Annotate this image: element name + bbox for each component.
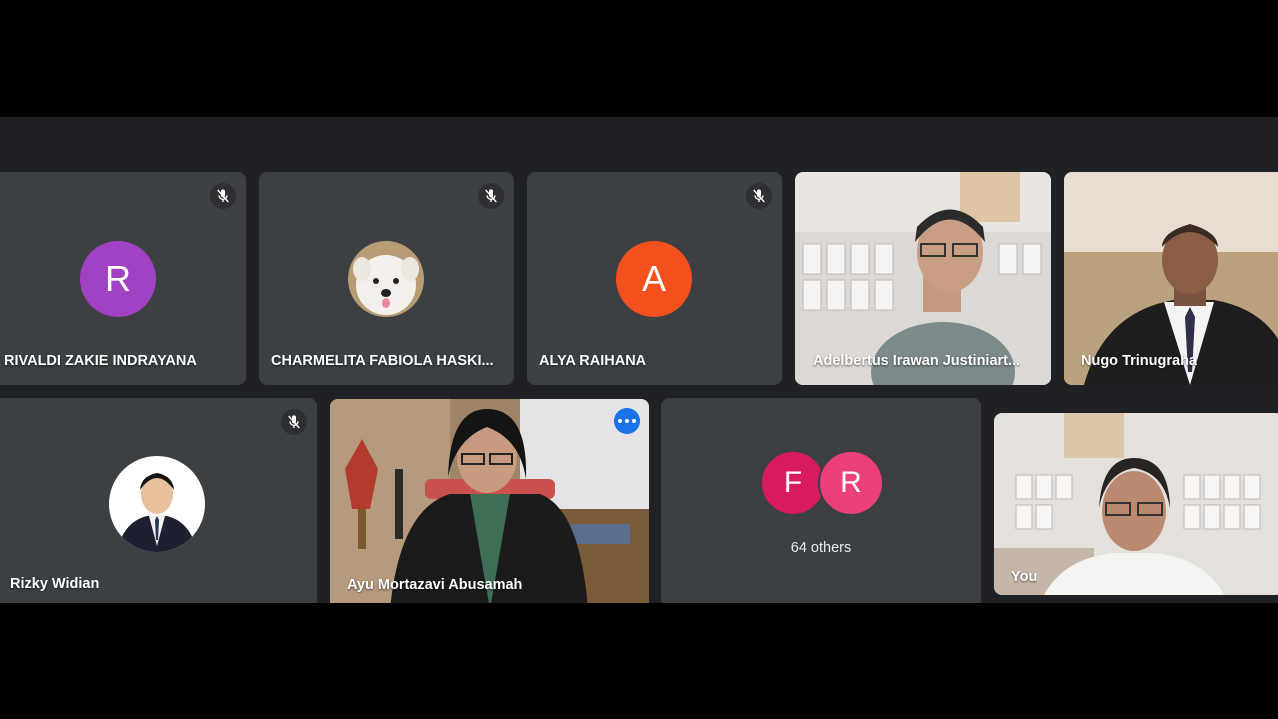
participant-tile[interactable]: CHARMELITA FABIOLA HASKI... — [259, 172, 514, 385]
participant-tile[interactable]: R RIVALDI ZAKIE INDRAYANA — [0, 172, 246, 385]
self-name: You — [1011, 569, 1038, 585]
others-tile[interactable]: F R 64 others — [661, 398, 981, 603]
video-feed — [330, 399, 649, 603]
participant-name: Ayu Mortazavi Abusamah — [347, 577, 523, 593]
profile-photo-avatar — [109, 456, 205, 552]
others-count: 64 others — [790, 540, 852, 556]
participant-name: CHARMELITA FABIOLA HASKI... — [271, 353, 494, 369]
more-options-icon[interactable] — [614, 408, 640, 434]
participant-video-tile-speaking[interactable]: Ayu Mortazavi Abusamah — [330, 399, 649, 603]
participant-name: Rizky Widian — [10, 576, 100, 592]
mic-off-icon — [210, 183, 236, 209]
mic-off-icon — [478, 183, 504, 209]
participant-tile[interactable]: Rizky Widian — [0, 398, 317, 603]
mic-off-icon — [746, 183, 772, 209]
participant-name: ALYA RAIHANA — [539, 353, 647, 369]
meeting-grid: R RIVALDI ZAKIE INDRAYANA CHARMELITA FAB… — [0, 117, 1278, 603]
video-feed — [994, 413, 1278, 595]
participant-name: RIVALDI ZAKIE INDRAYANA — [4, 353, 197, 369]
avatar: R — [80, 241, 156, 317]
participant-name: Nugo Trinugraha — [1081, 353, 1197, 369]
participant-video-tile[interactable]: Adelbertus Irawan Justiniart... — [795, 172, 1051, 385]
participant-video-tile[interactable]: Nugo Trinugraha — [1064, 172, 1278, 385]
avatar: R — [818, 450, 884, 516]
self-video-tile[interactable]: You — [994, 413, 1278, 595]
participant-tile[interactable]: A ALYA RAIHANA — [527, 172, 782, 385]
avatar: A — [616, 241, 692, 317]
participant-name: Adelbertus Irawan Justiniart... — [813, 353, 1021, 369]
avatar: F — [760, 450, 826, 516]
dog-avatar-photo — [348, 241, 424, 317]
mic-off-icon — [281, 409, 307, 435]
